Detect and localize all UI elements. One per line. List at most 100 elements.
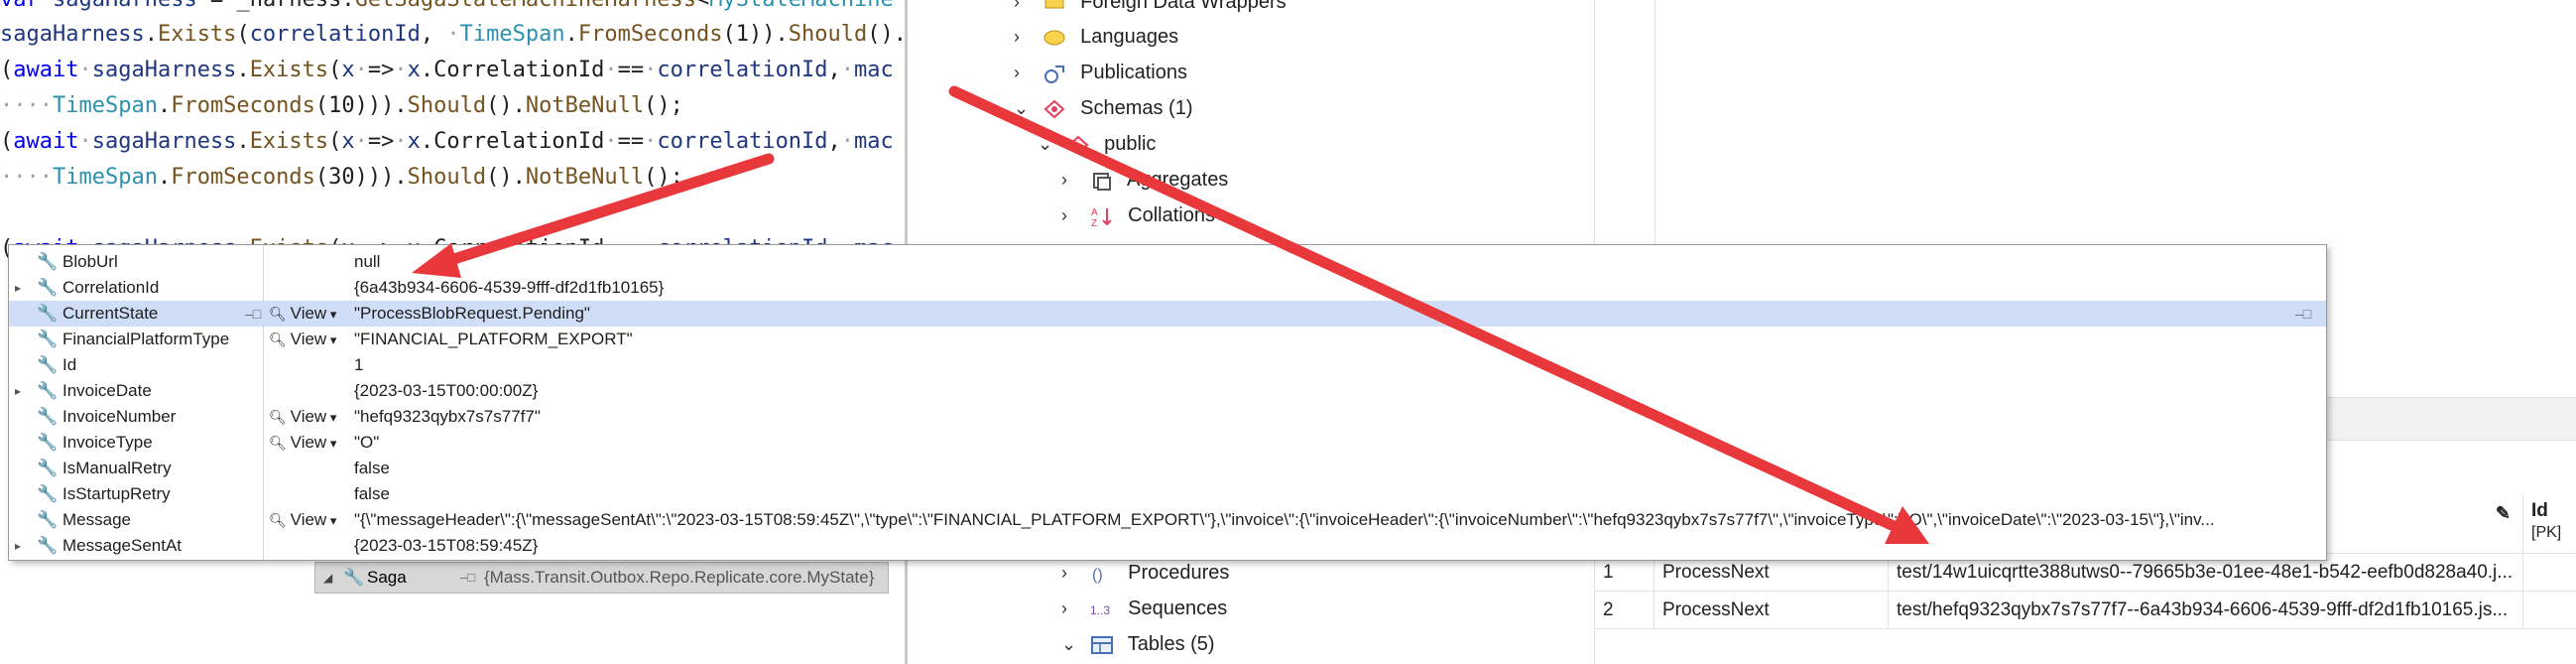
dropdown-arrow-icon[interactable]: ▾ [326,513,337,528]
chevron-down-icon[interactable]: ⌄ [1014,91,1036,125]
code-token: correlationId [657,129,828,154]
debugger-datatip[interactable]: 🔧 BlobUrl null ▸ 🔧 CorrelationId {6a43b934-660… [8,244,2327,561]
view-visualizer-button[interactable]: 🔍︎ View ▾ [269,404,336,431]
tree-item-procedures[interactable]: › () Procedures [1061,556,1229,590]
code-token: < [696,0,709,12]
edit-pencil-icon[interactable]: ✎ [2496,494,2511,532]
grid-cell-path[interactable]: test/hefq9323qybx7s7s77f7--6a43b934-6606… [1889,592,2523,629]
chevron-right-icon[interactable]: › [1061,163,1083,197]
datatip-property-value[interactable]: null [354,249,380,275]
chevron-down-icon[interactable]: ⌄ [1038,127,1059,161]
datatip-row-currentstate[interactable]: 🔧 CurrentState –□ –□ 🔍︎ View ▾ "ProcessBlobRe… [9,301,2326,327]
view-visualizer-button[interactable]: 🔍︎ View ▾ [269,430,336,457]
svg-text:(): () [1092,567,1103,584]
datatip-property-value[interactable]: "ProcessBlobRequest.Pending" [354,301,590,327]
code-token: . [157,165,172,190]
datatip-row-invoicetype[interactable]: 🔧 InvoiceType 🔍︎ View ▾ "O" [9,430,2326,456]
code-line[interactable]: ····TimeSpan.FromSeconds(30))).Should().… [0,163,683,193]
code-token: . [236,58,250,82]
grid-cell-id[interactable] [2523,592,2576,629]
chevron-right-icon[interactable]: › [1061,592,1083,625]
datatip-property-name: IsStartupRetry [62,484,171,503]
datatip-property-value[interactable]: false [354,481,390,507]
datatip-row-messagesentat[interactable]: ▸ 🔧 MessageSentAt {2023-03-15T08:59:45Z} [9,533,2326,559]
datatip-row-isstartupretry[interactable]: 🔧 IsStartupRetry false [9,481,2326,507]
property-wrench-icon: 🔧 [37,433,59,452]
code-token: (). [486,93,526,118]
collation-icon: AZ [1091,207,1112,227]
chevron-right-icon[interactable]: › [1061,556,1083,590]
datatip-property-name: FinancialPlatformType [62,330,230,348]
code-token: (); [644,93,683,118]
datatip-property-value[interactable]: "{\"messageHeader\":{\"messageSentAt\":\… [354,507,2215,533]
code-token: == [617,58,645,82]
datatip-property-value[interactable]: "hefq9323qybx7s7s77f7" [354,404,541,430]
view-visualizer-button[interactable]: 🔍︎ View ▾ [269,301,336,328]
grid-column-header-id[interactable]: Id [PK] [2523,494,2576,554]
dropdown-arrow-icon[interactable]: ▾ [326,332,337,347]
chevron-right-icon[interactable]: › [1014,56,1036,89]
datatip-property-value[interactable]: "O" [354,430,379,456]
datatip-property-name: IsManualRetry [62,459,172,477]
datatip-property-value[interactable]: {2023-03-15T08:59:45Z} [354,533,538,559]
pin-icon[interactable]: –□ [460,563,475,593]
expand-triangle-icon[interactable]: ▸ [15,275,29,301]
view-visualizer-button[interactable]: 🔍︎ View ▾ [269,507,336,534]
tree-item-languages[interactable]: › Languages [1014,20,1178,54]
datatip-property-value[interactable]: {6a43b934-6606-4539-9fff-df2d1fb10165} [354,275,664,301]
locals-row-saga[interactable]: ◢ 🔧 Saga –□ {Mass.Transit.Outbox.Repo.Re… [314,562,889,594]
code-line[interactable]: (await·sagaHarness.Exists(x·=>·x.Correla… [0,127,894,157]
code-token: . [236,129,250,154]
chevron-down-icon[interactable]: ⌄ [1061,627,1083,661]
datatip-property-value[interactable]: 1 [354,352,363,378]
tree-item-aggregates[interactable]: › Aggregates [1061,163,1228,197]
dropdown-arrow-icon[interactable]: ▾ [326,436,337,451]
code-token: GetSagaStateMachineHarness [355,0,696,12]
tree-item-tables[interactable]: ⌄ Tables (5) [1061,627,1215,661]
datatip-row-invoicedate[interactable]: ▸ 🔧 InvoiceDate {2023-03-15T00:00:00Z} [9,378,2326,404]
code-token: => [367,58,395,82]
code-line[interactable]: var·sagaHarness·=·_harness.GetSagaStateM… [0,0,894,15]
tree-item-public[interactable]: ⌄ public [1038,127,1156,161]
datatip-row-bloburl[interactable]: 🔧 BlobUrl null [9,249,2326,275]
expand-triangle-icon[interactable]: ▸ [15,378,29,404]
code-token: (); [644,165,683,190]
pin-icon[interactable]: –□ [245,301,261,327]
code-token: ( [0,58,14,82]
chevron-right-icon[interactable]: › [1014,20,1036,54]
tree-item-foreign-data-wrappers[interactable]: › Foreign Data Wrappers [1014,0,1287,19]
code-line[interactable]: sagaHarness.Exists(correlationId, ·TimeS… [0,20,905,50]
code-line[interactable]: (await·sagaHarness.Exists(x·=>·x.Correla… [0,56,894,85]
code-token: == [617,129,645,154]
pin-icon[interactable]: –□ [2295,301,2311,327]
publication-icon [1043,65,1064,83]
dropdown-arrow-icon[interactable]: ▾ [326,410,337,425]
code-token: · [446,22,460,47]
datatip-row-ismanualretry[interactable]: 🔧 IsManualRetry false [9,456,2326,481]
datatip-property-name: Id [62,355,77,374]
datatip-property-value[interactable]: "FINANCIAL_PLATFORM_EXPORT" [354,327,633,352]
datatip-property-value[interactable]: false [354,456,390,481]
expand-triangle-icon[interactable]: ▸ [15,533,29,559]
grid-cell-id[interactable] [2523,554,2576,592]
grid-cell-state[interactable]: ProcessNext [1655,592,1889,629]
datatip-row-invoicenumber[interactable]: 🔧 InvoiceNumber 🔍︎ View ▾ "hefq9323qybx7s7s… [9,404,2326,430]
tree-item-publications[interactable]: › Publications [1014,56,1187,89]
view-visualizer-button[interactable]: 🔍︎ View ▾ [269,327,336,353]
datatip-property-name: InvoiceDate [62,381,152,400]
datatip-property-value[interactable]: {2023-03-15T00:00:00Z} [354,378,538,404]
dropdown-arrow-icon[interactable]: ▾ [326,307,337,322]
datatip-row-message[interactable]: 🔧 Message 🔍︎ View ▾ "{\"messageHeader\":{\"… [9,507,2326,533]
datatip-row-correlationid[interactable]: ▸ 🔧 CorrelationId {6a43b934-6606-4539-9fff-… [9,275,2326,301]
tree-item-collations[interactable]: › AZ Collations [1061,199,1215,232]
collapse-triangle-icon[interactable]: ◢ [323,563,332,593]
chevron-right-icon[interactable]: › [1061,199,1083,232]
datatip-row-id[interactable]: 🔧 Id 1 [9,352,2326,378]
tree-item-sequences[interactable]: › 1..3 Sequences [1061,592,1227,625]
tree-item-schemas[interactable]: ⌄ Schemas (1) [1014,91,1193,125]
chevron-right-icon[interactable]: › [1014,0,1036,19]
datatip-row-financialplatformtype[interactable]: 🔧 FinancialPlatformType 🔍︎ View ▾ "FINANCIA… [9,327,2326,352]
datatip-property-name: CurrentState [62,304,159,323]
code-line[interactable]: ····TimeSpan.FromSeconds(10))).Should().… [0,91,683,121]
code-token: sagaHarness [53,0,197,12]
